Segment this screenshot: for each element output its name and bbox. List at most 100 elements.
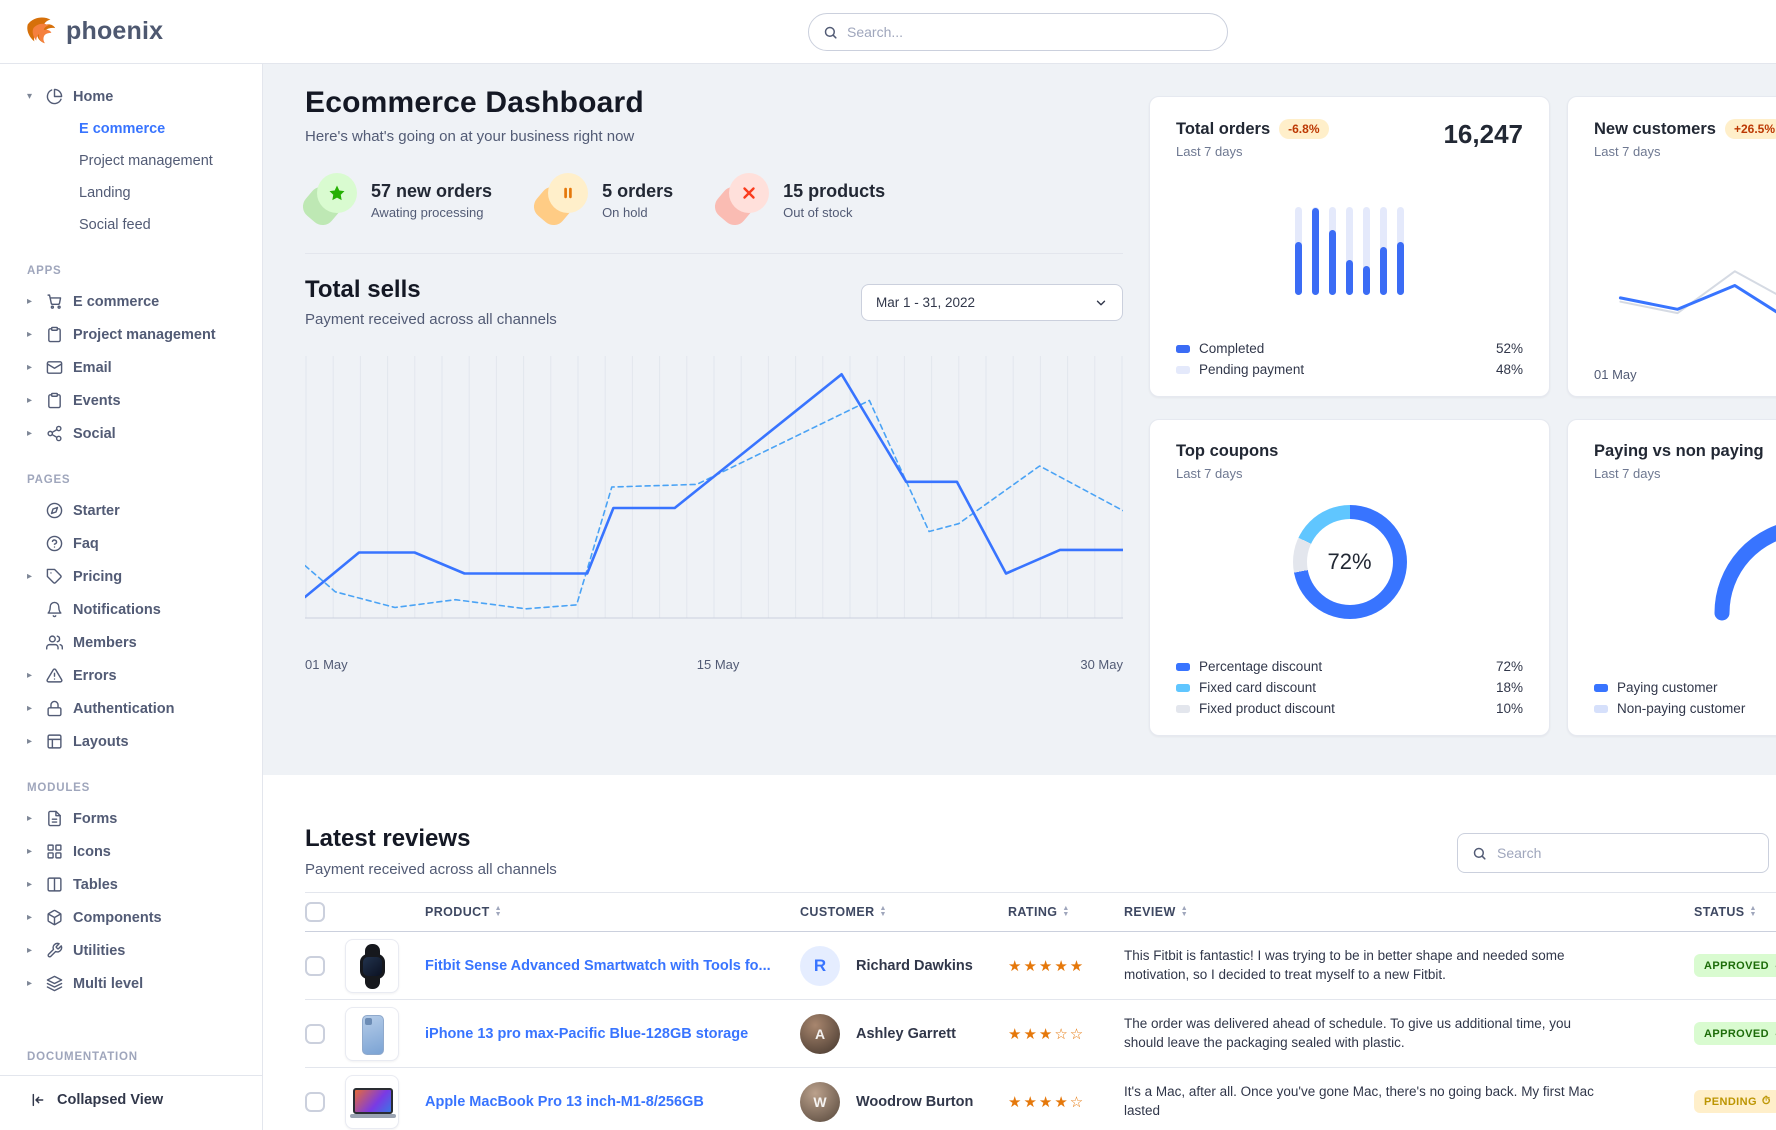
sidebar-item-social[interactable]: ▸Social [0,417,262,450]
x-label: 01 May [305,657,348,672]
sidebar-item-members[interactable]: Members [0,626,262,659]
status-label: APPROVED [1704,960,1769,972]
x-label: 30 May [1080,657,1123,672]
column-header-customer[interactable]: CUSTOMER▲▼ [800,905,1008,919]
sidebar-item-faq[interactable]: Faq [0,527,262,560]
sidebar-item-starter[interactable]: Starter [0,494,262,527]
column-header-status[interactable]: STATUS▲▼ [1654,905,1776,919]
bar [1329,207,1336,295]
sidebar-item-multi-level[interactable]: ▸Multi level [0,967,262,1000]
card-title: Total orders [1176,120,1270,139]
caret-right-icon: ▸ [27,395,36,406]
sidebar-item-email[interactable]: ▸Email [0,351,262,384]
sidebar-subitem-label: E commerce [79,121,165,137]
bar [1363,207,1370,295]
card-title: Top coupons [1176,442,1278,461]
review-text: The order was delivered ahead of schedul… [1124,1015,1654,1053]
sidebar-item-notifications[interactable]: Notifications [0,593,262,626]
stat-title: 5 orders [602,181,673,202]
product-link[interactable]: iPhone 13 pro max-Pacific Blue-128GB sto… [425,1026,800,1042]
customer-name: Woodrow Burton [856,1094,973,1110]
brand-logo[interactable]: phoenix [24,14,163,48]
column-header-label: REVIEW [1124,905,1176,919]
select-all-checkbox[interactable] [305,902,325,922]
caret-right-icon: ▸ [27,428,36,439]
sidebar-item-e-commerce[interactable]: ▸E commerce [0,285,262,318]
page-subtitle: Here's what's going on at your business … [305,128,1123,145]
row-checkbox[interactable] [305,956,325,976]
column-header-label: RATING [1008,905,1057,919]
sidebar-subitem-label: Social feed [79,217,151,233]
caret-right-icon: ▸ [27,703,36,714]
sidebar-home-subitems: E commerce Project managementLanding Socia… [0,113,262,241]
sidebar-item-layouts[interactable]: ▸Layouts [0,725,262,758]
sidebar-item-home[interactable]: ▾ Home [0,80,262,113]
customer-name: Ashley Garrett [856,1026,956,1042]
sidebar-subitem-e-commerce[interactable]: E commerce [0,113,262,145]
legend-value: 48% [1496,362,1523,377]
caret-right-icon: ▸ [27,296,36,307]
sidebar-section-label: MODULES [0,782,262,794]
date-range-select[interactable]: Mar 1 - 31, 2022 [861,284,1123,321]
paying-card: Paying vs non paying Last 7 days Paying … [1567,419,1776,736]
sidebar-item-label: Pricing [73,569,122,585]
tag-icon [46,568,63,585]
top-coupons-card: Top coupons Last 7 days 72% Percentage d… [1149,419,1550,736]
reviews-table-header: PRODUCT▲▼CUSTOMER▲▼RATING ▲▼ REVIEW ▲▼ STATU… [305,892,1776,932]
caret-right-icon: ▸ [27,945,36,956]
legend-label: Non-paying customer [1617,701,1745,716]
sidebar-item-utilities[interactable]: ▸Utilities [0,934,262,967]
column-header-rating[interactable]: RATING ▲▼ [1008,905,1124,919]
column-header-product[interactable]: PRODUCT▲▼ [425,905,800,919]
sidebar-item-tables[interactable]: ▸Tables [0,868,262,901]
sidebar-item-project-management[interactable]: ▸Project management [0,318,262,351]
sidebar-subitem-social-feed[interactable]: Social feed [0,209,262,241]
row-checkbox[interactable] [305,1092,325,1112]
sidebar-item-icons[interactable]: ▸Icons [0,835,262,868]
x-axis-labels: 01 May 15 May 30 May [305,657,1123,677]
sidebar-item-pricing[interactable]: ▸ Pricing [0,560,262,593]
caret-right-icon: ▸ [27,571,36,582]
collapsed-view-toggle[interactable]: Collapsed View [0,1076,262,1130]
legend-value: 52% [1496,341,1523,356]
sidebar-subitem-project-management[interactable]: Project management [0,145,262,177]
stat-subtitle: Out of stock [783,205,885,220]
coupons-legend: Percentage discount72%Fixed card discoun… [1176,656,1523,719]
compass-icon [46,502,63,519]
column-header-review[interactable]: REVIEW ▲▼ [1124,905,1654,919]
paying-gauge-chart [1570,495,1776,625]
help-icon [46,535,63,552]
caret-right-icon: ▸ [27,736,36,747]
sidebar-item-components[interactable]: ▸ Components [0,901,262,934]
bell-icon [46,601,63,618]
caret-right-icon: ▸ [27,912,36,923]
stat-subtitle: On hold [602,205,673,220]
total-orders-card: Total orders -6.8% Last 7 days 16,247 Co… [1149,96,1550,397]
sidebar-item-authentication[interactable]: ▸Authentication [0,692,262,725]
sidebar-item-events[interactable]: ▸Events [0,384,262,417]
reviews-search-input[interactable] [1497,845,1754,861]
paying-legend: Paying customer47%Non-paying customer53% [1594,677,1776,719]
product-link[interactable]: Fitbit Sense Advanced Smartwatch with To… [425,958,800,974]
product-image-phone [345,1007,399,1061]
sidebar-item-label: Members [73,635,137,651]
sidebar-item-errors[interactable]: ▸Errors [0,659,262,692]
orders-bar-chart [1295,207,1404,295]
sidebar-item-label: Components [73,910,162,926]
divider [305,253,1123,254]
stat-out-of-stock: 15 productsOut of stock [717,173,885,227]
product-link[interactable]: Apple MacBook Pro 13 inch-M1-8/256GB [425,1094,800,1110]
sort-icon: ▲▼ [1181,906,1188,918]
page-title: Ecommerce Dashboard [305,86,1123,120]
sort-icon: ▲▼ [1062,906,1069,918]
sidebar-item-forms[interactable]: ▸Forms [0,802,262,835]
donut-center-label: 72% [1293,505,1407,619]
rating-stars: ★★★★☆ [1008,1093,1124,1111]
grid-icon [46,843,63,860]
customer-cell: AAshley Garrett [800,1014,1008,1054]
customer-name: Richard Dawkins [856,958,973,974]
global-search-input[interactable] [847,24,1213,40]
sidebar-item-label: Starter [73,503,120,519]
sidebar-subitem-landing[interactable]: Landing [0,177,262,209]
row-checkbox[interactable] [305,1024,325,1044]
